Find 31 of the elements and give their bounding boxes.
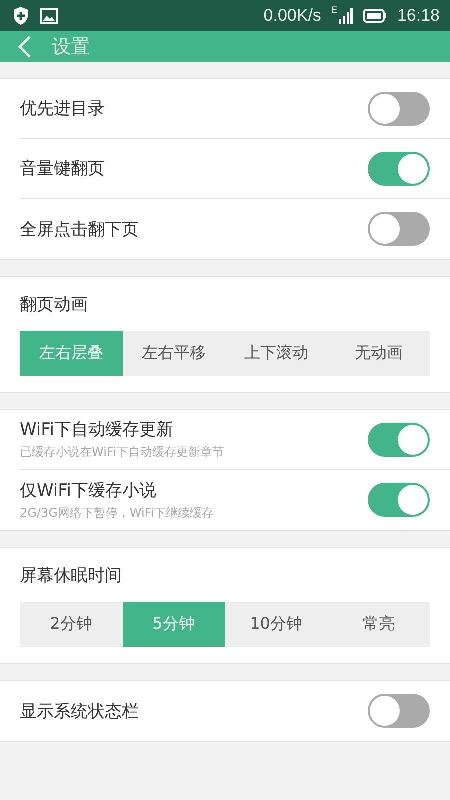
section-title: 屏幕休眠时间 [20, 564, 122, 586]
setting-label: 优先进目录 [20, 98, 105, 120]
setting-label: 音量键翻页 [20, 158, 105, 180]
battery-icon [363, 8, 388, 22]
toggle-switch[interactable] [368, 422, 430, 456]
option-tab[interactable]: 左右平移 [122, 331, 225, 376]
setting-label: 仅WiFi下缓存小说 [20, 480, 158, 502]
toggle-switch[interactable] [368, 152, 430, 186]
toggle-switch[interactable] [368, 92, 430, 126]
setting-label: 显示系统状态栏 [20, 700, 139, 722]
option-tab[interactable]: 常亮 [328, 602, 430, 647]
setting-label: WiFi下自动缓存更新 [20, 419, 174, 441]
network-speed: 0.00K/s [264, 6, 322, 26]
network-type: E [331, 5, 338, 15]
signal-icon [339, 8, 354, 24]
toggle-switch[interactable] [368, 694, 430, 728]
image-icon [40, 8, 58, 24]
setting-hint: 已缓存小说在WiFi下自动缓存更新章节 [20, 444, 224, 461]
option-tab[interactable]: 2分钟 [20, 602, 122, 647]
setting-label: 全屏点击翻下页 [20, 218, 139, 240]
clock: 16:18 [397, 6, 440, 26]
setting-hint: 2G/3G网络下暂停，WiFi下继续缓存 [20, 504, 214, 522]
page-title: 设置 [52, 34, 90, 60]
toggle-switch[interactable] [368, 212, 430, 246]
option-tab[interactable]: 10分钟 [225, 602, 328, 647]
shield-icon [12, 6, 30, 26]
back-icon[interactable] [18, 34, 32, 58]
toggle-switch[interactable] [368, 483, 430, 517]
option-tab[interactable]: 上下滚动 [225, 331, 328, 376]
option-tab[interactable]: 无动画 [328, 331, 430, 376]
section-title: 翻页动画 [20, 294, 88, 316]
